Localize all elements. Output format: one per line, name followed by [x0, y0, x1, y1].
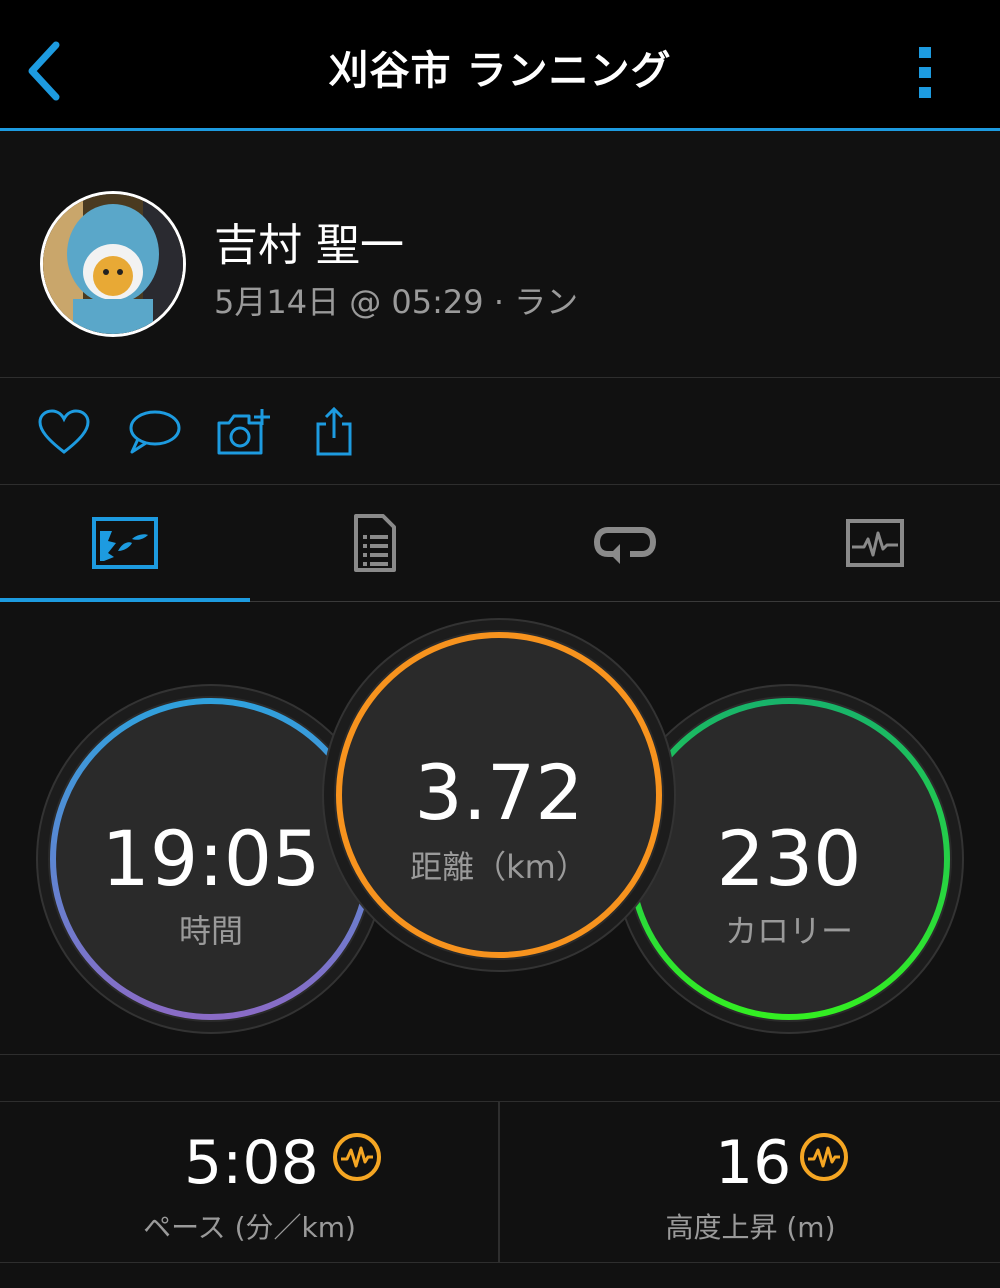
activity-owner-section: 吉村 聖一 5月14日 @ 05:29 · ラン	[0, 131, 1000, 378]
tab-laps[interactable]	[500, 485, 750, 601]
activity-tabs	[0, 485, 1000, 602]
more-options-button[interactable]	[900, 36, 950, 106]
time-circle: 19:05 時間	[48, 696, 374, 1022]
laps-icon	[594, 527, 656, 564]
tab-charts[interactable]	[750, 485, 1000, 601]
pace-stat[interactable]: 5:08 ペース (分／km)	[0, 1102, 499, 1262]
page-title: 刈谷市 ランニング	[328, 48, 672, 94]
time-label: 時間	[178, 912, 243, 950]
pace-value: 5:08	[184, 1128, 319, 1198]
calories-circle: 230 カロリー	[626, 696, 952, 1022]
summary-circles: 19:05 時間 230 カロリー 3.72 距離（km）	[0, 602, 1000, 1055]
user-name[interactable]: 吉村 聖一	[214, 209, 404, 273]
add-photo-icon	[217, 409, 270, 455]
calories-label: カロリー	[724, 912, 853, 950]
share-icon	[316, 406, 352, 456]
avatar-image	[43, 194, 183, 334]
tab-details[interactable]	[250, 485, 500, 601]
pace-badge-icon	[333, 1133, 381, 1181]
heart-icon	[38, 409, 90, 454]
header-bar: 刈谷市 ランニング	[0, 0, 1000, 131]
elevation-value: 16	[715, 1128, 792, 1198]
distance-value: 3.72	[414, 748, 584, 837]
comment-icon	[129, 410, 181, 454]
stats-divider	[498, 1102, 500, 1262]
comment-button[interactable]	[124, 402, 184, 462]
tab-overview[interactable]	[0, 485, 250, 602]
kebab-menu-icon	[919, 47, 931, 98]
charts-icon	[846, 519, 904, 567]
elevation-badge-icon	[800, 1133, 848, 1181]
distance-label: 距離（km）	[410, 848, 588, 886]
activity-date-type: 5月14日 @ 05:29 · ラン	[214, 283, 579, 321]
action-bar	[0, 378, 1000, 485]
pace-label: ペース (分／km)	[143, 1211, 356, 1244]
time-value: 19:05	[101, 814, 321, 903]
stats-grid: 5:08 ペース (分／km) 16 高度上昇 (m)	[0, 1101, 1000, 1263]
elevation-label: 高度上昇 (m)	[665, 1211, 836, 1244]
add-photo-button[interactable]	[214, 402, 274, 462]
map-overview-icon	[92, 517, 158, 569]
share-button[interactable]	[304, 402, 364, 462]
like-button[interactable]	[34, 402, 94, 462]
details-list-icon	[354, 514, 396, 572]
elevation-stat[interactable]: 16 高度上昇 (m)	[501, 1102, 1000, 1262]
calories-value: 230	[716, 814, 862, 903]
avatar[interactable]	[40, 191, 186, 337]
distance-circle: 3.72 距離（km）	[334, 630, 664, 960]
